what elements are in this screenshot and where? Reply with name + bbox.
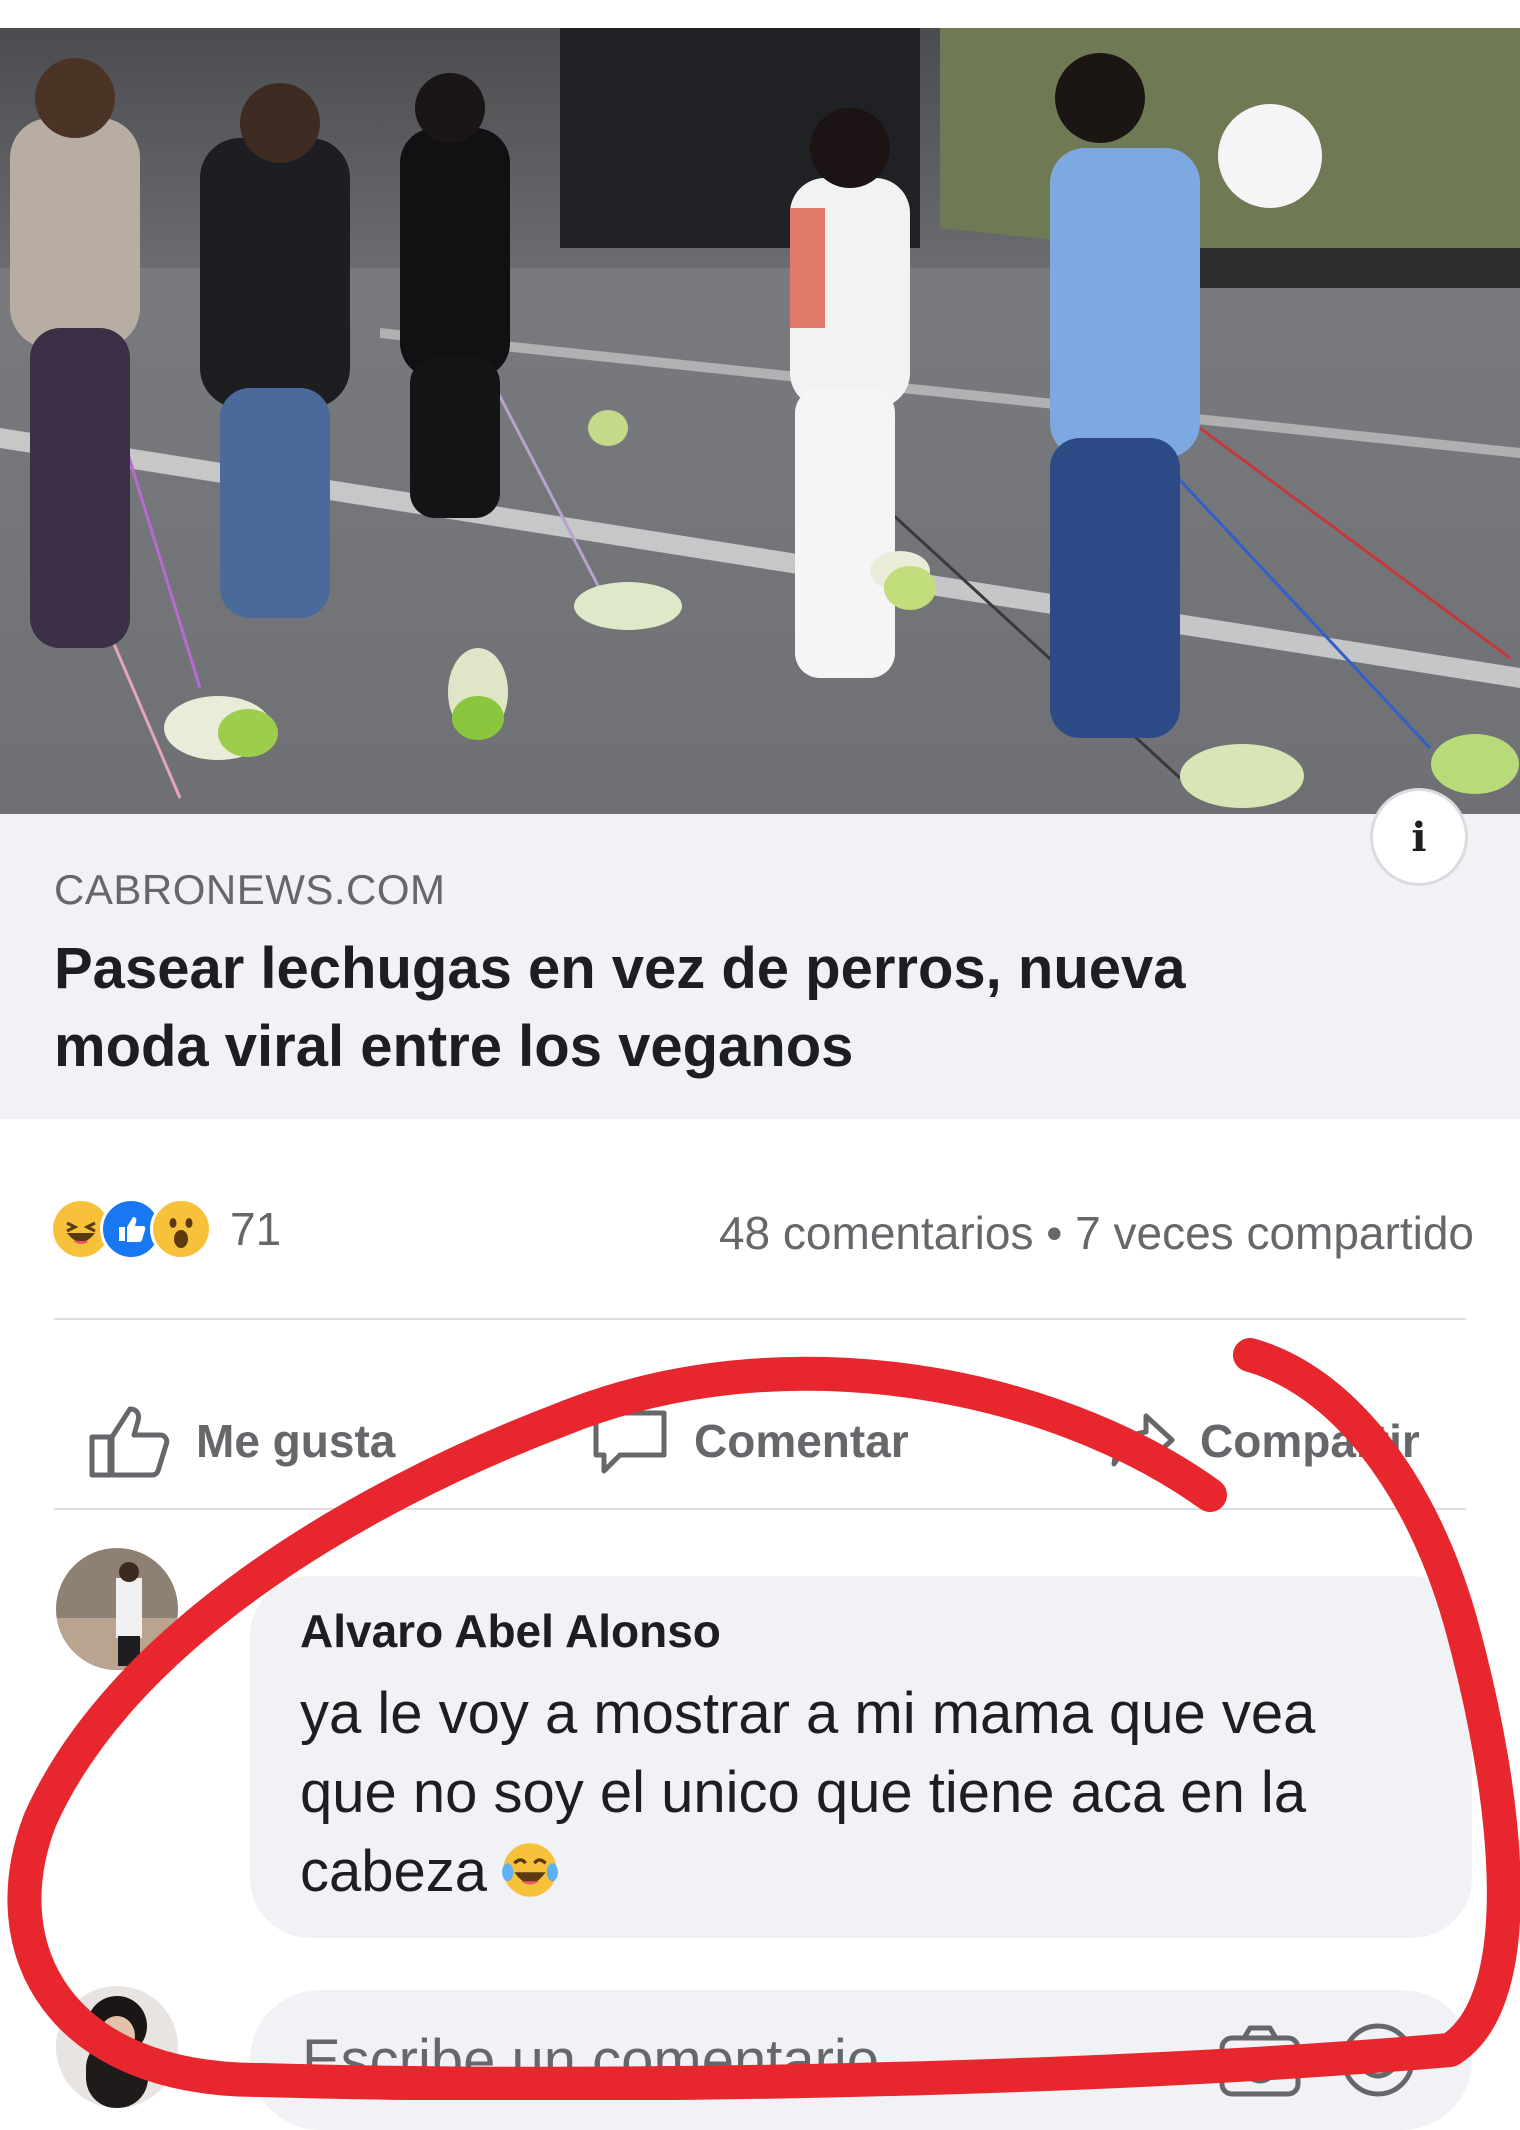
reaction-summary[interactable]: 71 xyxy=(50,1198,281,1260)
comment-body: ya le voy a mostrar a mi mama que vea qu… xyxy=(300,1681,1316,1904)
link-headline[interactable]: Pasear lechugas en vez de perros, nueva … xyxy=(54,930,1354,1086)
post-stats: 71 48 comentarios • 7 veces compartido xyxy=(0,1188,1520,1268)
laughing-tears-emoji-icon xyxy=(502,1843,558,1897)
comment-composer[interactable] xyxy=(250,1990,1472,2130)
share-button[interactable]: Compartir xyxy=(1110,1386,1420,1496)
comments-shares-count[interactable]: 48 comentarios • 7 veces compartido xyxy=(719,1206,1474,1260)
divider xyxy=(54,1318,1466,1320)
comment-bubble-icon xyxy=(593,1410,667,1474)
thumbs-up-icon xyxy=(89,1406,170,1478)
like-label: Me gusta xyxy=(196,1415,396,1467)
share-label: Compartir xyxy=(1200,1415,1420,1467)
comment-button[interactable]: Comentar xyxy=(590,1386,909,1496)
smiley-icon[interactable] xyxy=(1340,2022,1416,2098)
comment-bubble: Alvaro Abel Alonso ya le voy a mostrar a… xyxy=(250,1576,1472,1938)
link-preview[interactable]: CABRONEWS.COM Pasear lechugas en vez de … xyxy=(0,814,1520,1119)
current-user-avatar[interactable] xyxy=(56,1986,178,2108)
like-button[interactable]: Me gusta xyxy=(86,1386,395,1496)
post-photo[interactable] xyxy=(0,28,1520,814)
divider xyxy=(54,1508,1466,1510)
comment-text: ya le voy a mostrar a mi mama que vea qu… xyxy=(300,1674,1410,1911)
reaction-count[interactable]: 71 xyxy=(230,1202,281,1256)
comment-label: Comentar xyxy=(694,1415,909,1467)
camera-icon[interactable] xyxy=(1218,2022,1302,2098)
info-icon[interactable]: i xyxy=(1370,788,1468,886)
share-arrow-icon xyxy=(1111,1413,1175,1467)
link-domain: CABRONEWS.COM xyxy=(54,866,446,913)
post-actions: Me gusta Comentar Compartir xyxy=(0,1386,1520,1496)
comment-input[interactable] xyxy=(300,2016,1184,2104)
wow-icon xyxy=(150,1198,212,1260)
commenter-avatar[interactable] xyxy=(56,1548,178,1670)
photo-people-walking-lettuces xyxy=(0,28,1520,814)
facebook-post-card: i CABRONEWS.COM Pasear lechugas en vez d… xyxy=(0,28,1520,2130)
comment-author[interactable]: Alvaro Abel Alonso xyxy=(300,1604,721,1658)
